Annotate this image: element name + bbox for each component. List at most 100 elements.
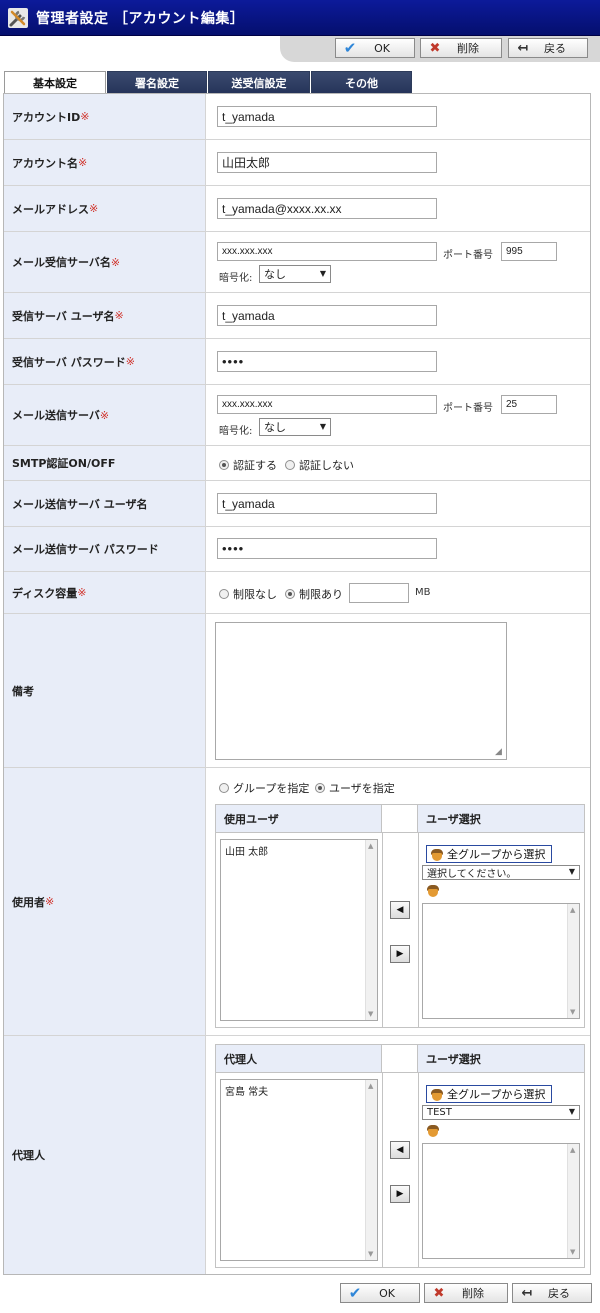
label-pop-server: メール受信サーバ名 bbox=[12, 256, 111, 269]
label-smtp-password: メール送信サーバ パスワード bbox=[12, 543, 159, 556]
label-users: 使用者 bbox=[12, 895, 45, 909]
scroll-down-icon[interactable]: ▼ bbox=[368, 1010, 373, 1018]
scrollbar[interactable]: ▲ ▼ bbox=[365, 1080, 377, 1260]
delete-button[interactable]: ✖ 削除 bbox=[424, 1283, 508, 1303]
smtp-encryption-select[interactable]: なし ▼ bbox=[259, 418, 331, 436]
users-candidate-list[interactable]: ▲ ▼ bbox=[422, 903, 580, 1019]
pop-server-input[interactable]: xxx.xxx.xxx bbox=[217, 242, 437, 261]
check-icon: ✔ bbox=[348, 1284, 362, 1302]
row-pop-password: 受信サーバ パスワード ※ •••• bbox=[4, 339, 590, 385]
scroll-up-icon[interactable]: ▲ bbox=[570, 906, 575, 914]
app-header: 管理者設定 ［アカウント編集］ bbox=[0, 0, 600, 36]
smtp-user-input[interactable]: t_yamada bbox=[217, 493, 437, 514]
label-smtp-user: メール送信サーバ ユーザ名 bbox=[12, 497, 148, 511]
delete-button[interactable]: ✖ 削除 bbox=[420, 38, 502, 58]
back-button[interactable]: ↤ 戻る bbox=[508, 38, 588, 58]
cross-icon: ✖ bbox=[429, 40, 441, 56]
row-pop-user: 受信サーバ ユーザ名 ※ t_yamada bbox=[4, 293, 590, 339]
ok-button[interactable]: ✔ OK bbox=[340, 1283, 420, 1303]
tab-send-receive[interactable]: 送受信設定 bbox=[208, 71, 310, 93]
required-mark: ※ bbox=[89, 202, 99, 215]
tab-signature[interactable]: 署名設定 bbox=[107, 71, 207, 93]
row-account-name: アカウント名 ※ 山田太郎 bbox=[4, 140, 590, 186]
tab-basic[interactable]: 基本設定 bbox=[4, 71, 106, 94]
note-textarea[interactable] bbox=[215, 622, 507, 760]
move-right-button[interactable]: ▶ bbox=[390, 945, 410, 963]
row-users: 使用者 ※ グループを指定 ユーザを指定 使用ユーザ ユーザ選択 山田 太郎 ▲ ▼… bbox=[4, 768, 590, 1036]
row-smtp-auth: SMTP認証ON/OFF 認証する 認証しない bbox=[4, 446, 590, 481]
row-email: メールアドレス ※ t_yamada@xxxx.xx.xx bbox=[4, 186, 590, 232]
disk-size-input[interactable] bbox=[349, 583, 409, 603]
proxy-all-groups-button[interactable]: 全グループから選択 bbox=[426, 1085, 553, 1103]
top-toolbar: ✔ OK ✖ 削除 ↤ 戻る bbox=[280, 36, 600, 62]
ok-button[interactable]: ✔ OK bbox=[335, 38, 415, 58]
label-smtp-server: メール送信サーバ bbox=[12, 409, 100, 422]
acorn-icon bbox=[426, 884, 440, 897]
back-button[interactable]: ↤ 戻る bbox=[512, 1283, 592, 1303]
row-disk: ディスク容量 ※ 制限なし 制限あり MB bbox=[4, 572, 590, 614]
bottom-toolbar: ✔ OK ✖ 削除 ↤ 戻る bbox=[0, 1282, 600, 1306]
required-mark: ※ bbox=[80, 110, 90, 123]
smtp-password-input[interactable]: •••• bbox=[217, 538, 437, 559]
scroll-up-icon[interactable]: ▲ bbox=[368, 1082, 373, 1090]
dropdown-arrow-icon: ▼ bbox=[568, 1107, 575, 1116]
row-pop-server: メール受信サーバ名 ※ xxx.xxx.xxx ポート番号 995 暗号化: なし… bbox=[4, 232, 590, 293]
account-form: アカウントID ※ t_yamada アカウント名 ※ 山田太郎 メールアドレス ※ … bbox=[3, 93, 591, 1275]
account-name-input[interactable]: 山田太郎 bbox=[217, 152, 437, 173]
acorn-icon bbox=[430, 848, 444, 861]
required-mark: ※ bbox=[77, 586, 87, 599]
scroll-up-icon[interactable]: ▲ bbox=[570, 1146, 575, 1154]
page-title: 管理者設定 ［アカウント編集］ bbox=[36, 11, 245, 27]
row-account-id: アカウントID ※ t_yamada bbox=[4, 94, 590, 140]
users-by-user-radio[interactable]: ユーザを指定 bbox=[315, 780, 395, 796]
users-by-group-radio[interactable]: グループを指定 bbox=[219, 780, 309, 796]
users-all-groups-button[interactable]: 全グループから選択 bbox=[426, 845, 553, 863]
scrollbar[interactable]: ▲ ▼ bbox=[567, 904, 579, 1018]
pop-encryption-select[interactable]: なし ▼ bbox=[259, 265, 331, 283]
row-smtp-user: メール送信サーバ ユーザ名 t_yamada bbox=[4, 481, 590, 527]
scrollbar[interactable]: ▲ ▼ bbox=[567, 1144, 579, 1258]
proxy-group-select[interactable]: TEST ▼ bbox=[422, 1105, 580, 1120]
scroll-down-icon[interactable]: ▼ bbox=[368, 1250, 373, 1258]
required-mark: ※ bbox=[114, 309, 124, 322]
pop-port-input[interactable]: 995 bbox=[501, 242, 557, 261]
proxy-selector-panel: 代理人 ユーザ選択 宮島 常夫 ▲▼ ◀ ▶ 全グループから選択 TEST▼ bbox=[215, 1044, 585, 1268]
scroll-up-icon[interactable]: ▲ bbox=[368, 842, 373, 850]
disk-limited-radio[interactable]: 制限あり bbox=[285, 586, 343, 602]
list-item[interactable]: 宮島 常夫 bbox=[225, 1083, 373, 1098]
users-selected-list[interactable]: 山田 太郎 ▲ ▼ bbox=[220, 839, 378, 1021]
dropdown-arrow-icon: ▼ bbox=[319, 422, 326, 431]
resize-handle-icon[interactable]: ◢ bbox=[495, 747, 589, 766]
smtp-auth-off-radio[interactable]: 認証しない bbox=[285, 457, 354, 473]
list-item[interactable]: 山田 太郎 bbox=[225, 843, 373, 858]
check-icon: ✔ bbox=[343, 39, 357, 57]
users-left-header: 使用ユーザ bbox=[216, 805, 382, 833]
proxy-candidate-list[interactable]: ▲ ▼ bbox=[422, 1143, 580, 1259]
proxy-selected-list[interactable]: 宮島 常夫 ▲ ▼ bbox=[220, 1079, 378, 1261]
account-id-input[interactable]: t_yamada bbox=[217, 106, 437, 127]
acorn-icon bbox=[426, 1124, 440, 1137]
users-group-select[interactable]: 選択してください。 ▼ bbox=[422, 865, 580, 880]
move-left-button[interactable]: ◀ bbox=[390, 1141, 410, 1159]
move-left-button[interactable]: ◀ bbox=[390, 901, 410, 919]
disk-unlimited-radio[interactable]: 制限なし bbox=[219, 586, 277, 602]
email-input[interactable]: t_yamada@xxxx.xx.xx bbox=[217, 198, 437, 219]
back-arrow-icon: ↤ bbox=[517, 40, 529, 56]
move-right-button[interactable]: ▶ bbox=[390, 1185, 410, 1203]
pop-password-input[interactable]: •••• bbox=[217, 351, 437, 372]
smtp-port-input[interactable]: 25 bbox=[501, 395, 557, 414]
scroll-down-icon[interactable]: ▼ bbox=[570, 1008, 575, 1016]
tab-other[interactable]: その他 bbox=[311, 71, 412, 93]
label-pop-password: 受信サーバ パスワード bbox=[12, 355, 126, 369]
row-note: 備考 ◢ bbox=[4, 614, 590, 768]
scroll-down-icon[interactable]: ▼ bbox=[570, 1248, 575, 1256]
pop-user-input[interactable]: t_yamada bbox=[217, 305, 437, 326]
label-email: メールアドレス bbox=[12, 202, 89, 216]
proxy-left-header: 代理人 bbox=[216, 1045, 382, 1073]
smtp-auth-on-radio[interactable]: 認証する bbox=[219, 457, 277, 473]
scrollbar[interactable]: ▲ ▼ bbox=[365, 840, 377, 1020]
cross-icon: ✖ bbox=[433, 1285, 445, 1301]
users-right-header: ユーザ選択 bbox=[418, 805, 584, 833]
label-smtp-auth: SMTP認証ON/OFF bbox=[12, 457, 116, 470]
smtp-server-input[interactable]: xxx.xxx.xxx bbox=[217, 395, 437, 414]
